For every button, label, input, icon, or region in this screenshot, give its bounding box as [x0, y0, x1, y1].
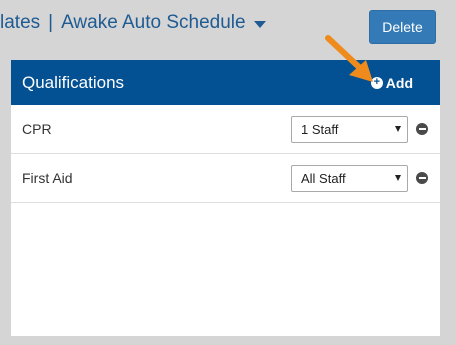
dropdown-arrow-icon [395, 126, 401, 132]
remove-circle-icon[interactable] [416, 172, 428, 184]
add-label: Add [385, 74, 413, 91]
schedule-title-prefix: lates [0, 12, 41, 33]
staff-count-select[interactable]: All Staff [291, 164, 408, 192]
title-separator: | [48, 12, 54, 33]
panel-title: Qualifications [22, 72, 125, 92]
qualification-name: CPR [22, 121, 52, 137]
qualification-name: First Aid [22, 170, 73, 186]
schedule-name: Awake Auto Schedule [61, 12, 246, 33]
qualification-row: CPR 1 Staff [11, 105, 440, 154]
dropdown-arrow-icon [395, 175, 401, 181]
schedule-title[interactable]: lates | Awake Auto Schedule [0, 8, 266, 38]
staff-count-select[interactable]: 1 Staff [291, 115, 408, 143]
qualifications-panel: Qualifications + Add CPR 1 Staff First A… [11, 60, 440, 336]
select-value: 1 Staff [301, 121, 339, 137]
annotation-arrow-icon [325, 35, 373, 82]
caret-down-icon[interactable] [253, 20, 266, 28]
qualification-row: First Aid All Staff [11, 154, 440, 203]
remove-circle-icon[interactable] [416, 123, 428, 135]
select-value: All Staff [301, 170, 346, 186]
